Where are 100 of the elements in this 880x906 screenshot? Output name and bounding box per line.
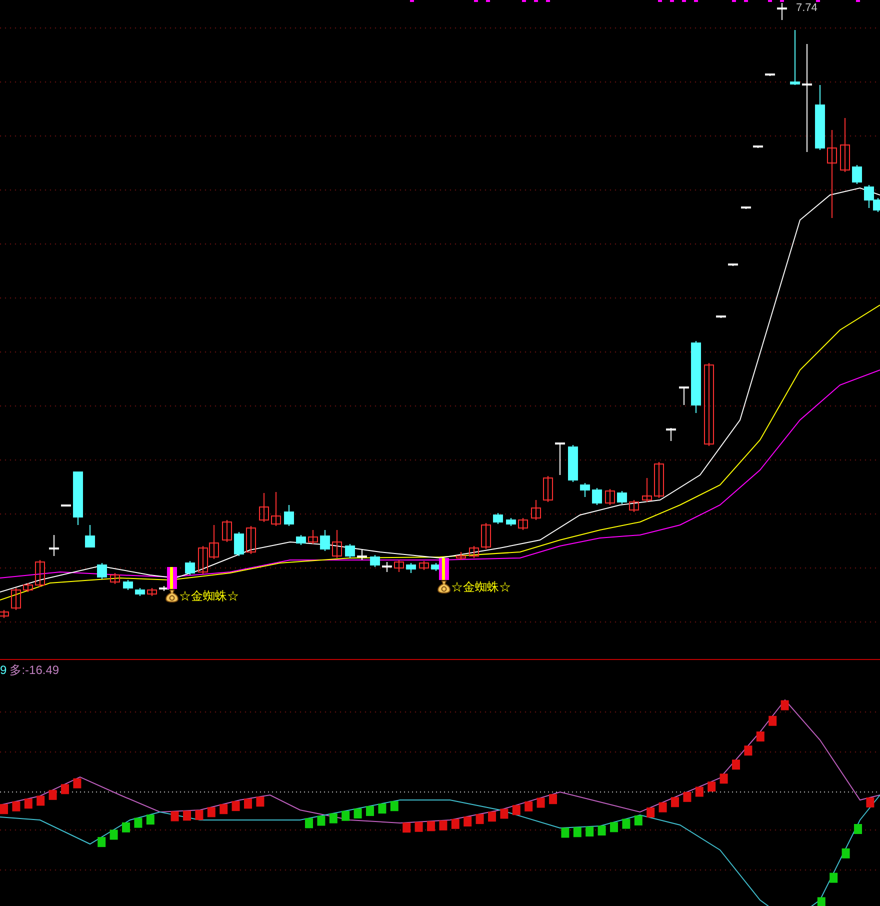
oscillator-bar [866,797,874,808]
candlestick [73,472,83,526]
oscillator-bar [317,816,326,826]
candlestick [0,610,9,618]
candlestick [85,524,95,548]
oscillator-bar [830,872,838,883]
candlestick [234,532,244,556]
candlestick [308,530,318,544]
oscillator-bar [24,798,32,809]
candlestick [110,572,120,584]
candlestick [135,588,145,596]
oscillator-bar [110,830,118,840]
oscillator-bar [610,822,618,832]
candlestick [35,560,45,588]
candlestick [716,316,726,318]
candlestick [765,74,775,76]
candlestick [97,562,107,580]
oscillator-bar [220,804,228,814]
candlestick [147,588,157,596]
candlestick [777,2,787,20]
oscillator-bar [12,801,20,812]
oscillator-bar [464,816,472,826]
candlestick [790,30,800,86]
oscillator-bar [122,822,130,832]
candlestick [469,546,479,558]
candlestick [394,560,404,572]
oscillator-bar [476,814,484,824]
candlestick [222,520,232,542]
oscillator-bar [439,820,448,830]
oscillator-bar [586,826,594,837]
candlestick [61,504,71,506]
oscillator-bar [646,808,655,818]
candlestick [11,588,21,610]
candlestick [296,534,306,546]
candlestick [543,476,553,502]
candlestick [629,500,639,512]
oscillator-bar [500,808,508,819]
oscillator-bar [98,837,106,848]
oscillator-bar [61,784,69,794]
candlestick [246,526,256,554]
oscillator-bar [0,804,8,814]
oscillator-bar [658,802,667,812]
oscillator-bar [232,801,240,812]
oscillator-bar [512,805,520,816]
oscillator-bar [195,810,204,820]
signal-bar [439,558,449,580]
candlestick [49,534,59,556]
candlestick [185,560,195,576]
oscillator-bar [305,818,313,828]
oscillator-bar [573,827,582,838]
candlestick [271,492,281,526]
candlestick [654,462,664,498]
signal-label: ☆金蜘蛛☆ [451,580,511,594]
oscillator-bar [402,822,411,833]
oscillator-bar [146,814,154,825]
oscillator-bar [244,798,252,809]
money-bag-icon [437,580,451,594]
candlestick [531,500,541,520]
candlestick [741,206,751,210]
indicator-value: 多:-16.49 [10,662,60,679]
candlestick [666,428,676,442]
candlestick [284,504,294,526]
oscillator-bar [768,716,777,726]
oscillator-bar [354,808,362,818]
candlestick [506,518,516,526]
signal-bar [167,567,177,589]
oscillator-bar [48,790,57,800]
candlestick [320,530,330,552]
oscillator-bar [366,806,374,816]
candlestick [753,146,763,148]
oscillator-bar [414,822,423,832]
oscillator-bar [708,782,716,792]
candlestick [592,488,602,506]
candlestick [728,264,738,266]
candlestick [357,550,367,560]
oscillator-bar [683,792,692,802]
oscillator-bar [756,732,764,742]
candlestick [456,552,466,560]
oscillator-bar [256,796,264,807]
candlestick [493,512,503,524]
oscillator-bar [780,700,789,710]
candlestick [568,444,578,482]
oscillator-bar [427,821,435,832]
oscillator-bar [854,824,862,834]
candlestick [852,164,862,184]
oscillator-bar [36,796,45,806]
oscillator-bar [622,818,630,829]
money-bag-icon [165,589,179,603]
oscillator-bar [207,807,216,818]
oscillator-bar [329,813,338,824]
high-price-label: 7.74 [796,1,818,16]
signal-label: ☆金蜘蛛☆ [179,589,239,603]
candlestick [679,386,689,406]
oscillator-bar [695,786,704,797]
oscillator-bar [134,818,142,828]
oscillator-bar [842,848,850,858]
candlestick [605,488,615,506]
oscillator-bar [488,812,496,822]
oscillator-bar [744,746,752,756]
candlestick [370,554,380,568]
